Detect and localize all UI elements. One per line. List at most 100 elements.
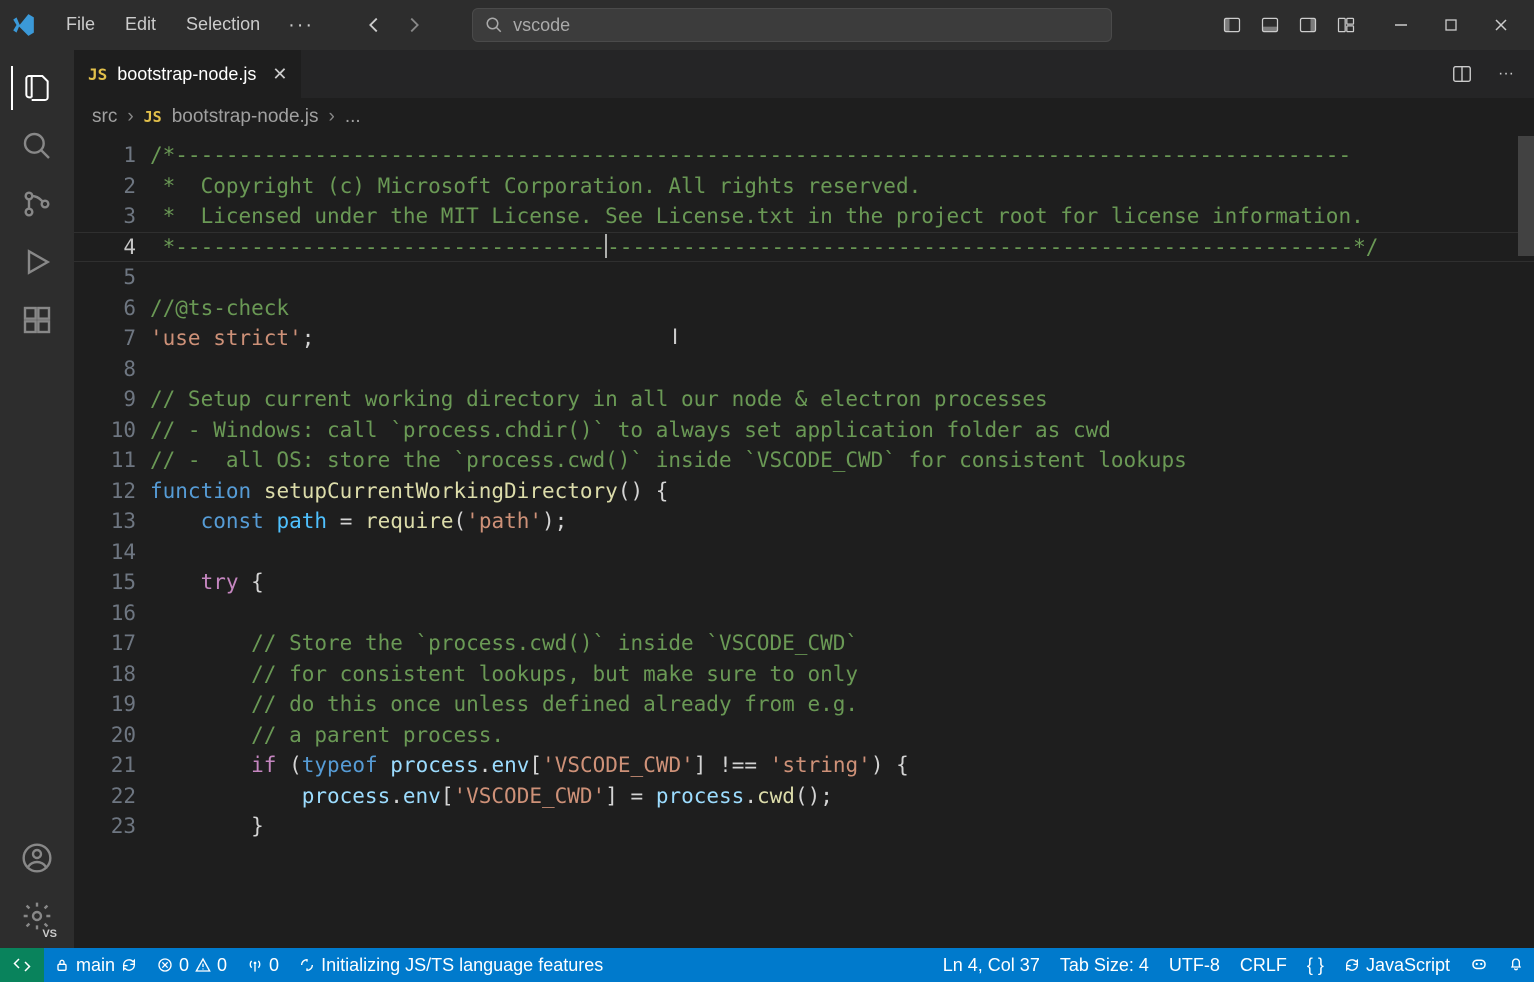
- code-content[interactable]: /*--------------------------------------…: [150, 136, 1534, 948]
- code-line[interactable]: // - Windows: call `process.chdir()` to …: [150, 415, 1534, 446]
- init-message: Initializing JS/TS language features: [321, 955, 603, 976]
- code-line[interactable]: /*--------------------------------------…: [150, 140, 1534, 171]
- copilot-icon[interactable]: [1460, 955, 1498, 973]
- braces-icon[interactable]: { }: [1297, 955, 1334, 976]
- source-control-icon[interactable]: [11, 178, 63, 230]
- js-file-icon: JS: [144, 108, 162, 126]
- cursor-position[interactable]: Ln 4, Col 37: [933, 955, 1050, 976]
- run-debug-icon[interactable]: [11, 236, 63, 288]
- line-number: 7: [74, 323, 136, 354]
- split-editor-icon[interactable]: [1446, 58, 1478, 90]
- code-line[interactable]: // for consistent lookups, but make sure…: [150, 659, 1534, 690]
- problems-status[interactable]: 0 0: [147, 948, 237, 982]
- language-init-status[interactable]: Initializing JS/TS language features: [289, 948, 613, 982]
- code-line[interactable]: // Store the `process.cwd()` inside `VSC…: [150, 628, 1534, 659]
- code-line[interactable]: [150, 262, 1534, 293]
- line-number: 16: [74, 598, 136, 629]
- js-file-icon: JS: [88, 65, 107, 84]
- code-line[interactable]: function setupCurrentWorkingDirectory() …: [150, 476, 1534, 507]
- extensions-icon[interactable]: [11, 294, 63, 346]
- settings-gear-icon[interactable]: VS: [11, 890, 63, 942]
- explorer-icon[interactable]: [11, 62, 63, 114]
- chevron-right-icon: ›: [127, 106, 133, 128]
- breadcrumb[interactable]: src › JS bootstrap-node.js › ...: [74, 98, 1534, 136]
- menu-selection[interactable]: Selection: [172, 8, 274, 43]
- nav-forward-icon[interactable]: [400, 11, 428, 39]
- loading-icon: [299, 957, 315, 973]
- close-window-button[interactable]: [1476, 5, 1526, 45]
- breadcrumb-folder[interactable]: src: [92, 106, 117, 128]
- remote-indicator-icon[interactable]: [0, 948, 44, 982]
- line-number: 15: [74, 567, 136, 598]
- main-area: VS JS bootstrap-node.js ✕ ··· src › JS b…: [0, 50, 1534, 948]
- line-number: 22: [74, 781, 136, 812]
- minimize-button[interactable]: [1376, 5, 1426, 45]
- code-line[interactable]: [150, 537, 1534, 568]
- code-line[interactable]: //@ts-check: [150, 293, 1534, 324]
- code-line[interactable]: }: [150, 811, 1534, 842]
- line-number: 9: [74, 384, 136, 415]
- code-line[interactable]: [150, 598, 1534, 629]
- breadcrumb-file[interactable]: bootstrap-node.js: [172, 106, 319, 128]
- notifications-icon[interactable]: [1498, 955, 1534, 971]
- eol[interactable]: CRLF: [1230, 955, 1297, 976]
- ports-status[interactable]: 0: [237, 948, 289, 982]
- code-line[interactable]: if (typeof process.env['VSCODE_CWD'] !==…: [150, 750, 1534, 781]
- code-line[interactable]: try {: [150, 567, 1534, 598]
- tab-bootstrap-node[interactable]: JS bootstrap-node.js ✕: [74, 50, 302, 98]
- tab-filename: bootstrap-node.js: [117, 64, 256, 85]
- code-line[interactable]: process.env['VSCODE_CWD'] = process.cwd(…: [150, 781, 1534, 812]
- line-number: 23: [74, 811, 136, 842]
- line-number: 21: [74, 750, 136, 781]
- line-number-gutter: 1234567891011121314151617181920212223: [74, 136, 150, 948]
- layout-sidebar-right-icon[interactable]: [1290, 7, 1326, 43]
- search-activity-icon[interactable]: [11, 120, 63, 172]
- code-line[interactable]: // Setup current working directory in al…: [150, 384, 1534, 415]
- lock-icon: [54, 957, 70, 973]
- code-line[interactable]: // a parent process.: [150, 720, 1534, 751]
- radio-tower-icon: [247, 957, 263, 973]
- code-line[interactable]: // - all OS: store the `process.cwd()` i…: [150, 445, 1534, 476]
- menu-more-icon[interactable]: ···: [276, 8, 326, 43]
- code-line[interactable]: // do this once unless defined already f…: [150, 689, 1534, 720]
- editor-more-icon[interactable]: ···: [1490, 58, 1522, 90]
- sync-icon[interactable]: [121, 957, 137, 973]
- error-count: 0: [179, 955, 189, 976]
- code-line[interactable]: [150, 354, 1534, 385]
- code-line[interactable]: * Copyright (c) Microsoft Corporation. A…: [150, 171, 1534, 202]
- language-mode[interactable]: JavaScript: [1334, 955, 1460, 976]
- code-line[interactable]: * Licensed under the MIT License. See Li…: [150, 201, 1534, 232]
- tab-bar: JS bootstrap-node.js ✕ ···: [74, 50, 1534, 98]
- tab-size[interactable]: Tab Size: 4: [1050, 955, 1159, 976]
- settings-badge: VS: [42, 928, 57, 940]
- git-branch-status[interactable]: main: [44, 948, 147, 982]
- maximize-button[interactable]: [1426, 5, 1476, 45]
- layout-customize-icon[interactable]: [1328, 7, 1364, 43]
- code-line[interactable]: const path = require('path');: [150, 506, 1534, 537]
- layout-sidebar-left-icon[interactable]: [1214, 7, 1250, 43]
- line-number: 5: [74, 262, 136, 293]
- line-number: 1: [74, 140, 136, 171]
- line-number: 10: [74, 415, 136, 446]
- activity-bar: VS: [0, 50, 74, 948]
- tab-close-icon[interactable]: ✕: [272, 64, 287, 85]
- branch-name: main: [76, 955, 115, 976]
- command-center-search[interactable]: vscode: [472, 8, 1112, 42]
- window-controls: [1376, 5, 1526, 45]
- line-number: 14: [74, 537, 136, 568]
- line-number: 2: [74, 171, 136, 202]
- menu-edit[interactable]: Edit: [111, 8, 170, 43]
- error-icon: [157, 957, 173, 973]
- minimap-scrollbar[interactable]: [1518, 136, 1534, 256]
- nav-back-icon[interactable]: [360, 11, 388, 39]
- menu-file[interactable]: File: [52, 8, 109, 43]
- encoding[interactable]: UTF-8: [1159, 955, 1230, 976]
- accounts-icon[interactable]: [11, 832, 63, 884]
- code-line[interactable]: *---------------------------------------…: [150, 232, 1534, 263]
- layout-panel-icon[interactable]: [1252, 7, 1288, 43]
- breadcrumb-more[interactable]: ...: [345, 106, 361, 128]
- line-number: 4: [74, 232, 136, 263]
- vscode-logo-icon: [8, 12, 38, 38]
- code-editor[interactable]: 1234567891011121314151617181920212223 /*…: [74, 136, 1534, 948]
- code-line[interactable]: 'use strict';: [150, 323, 1534, 354]
